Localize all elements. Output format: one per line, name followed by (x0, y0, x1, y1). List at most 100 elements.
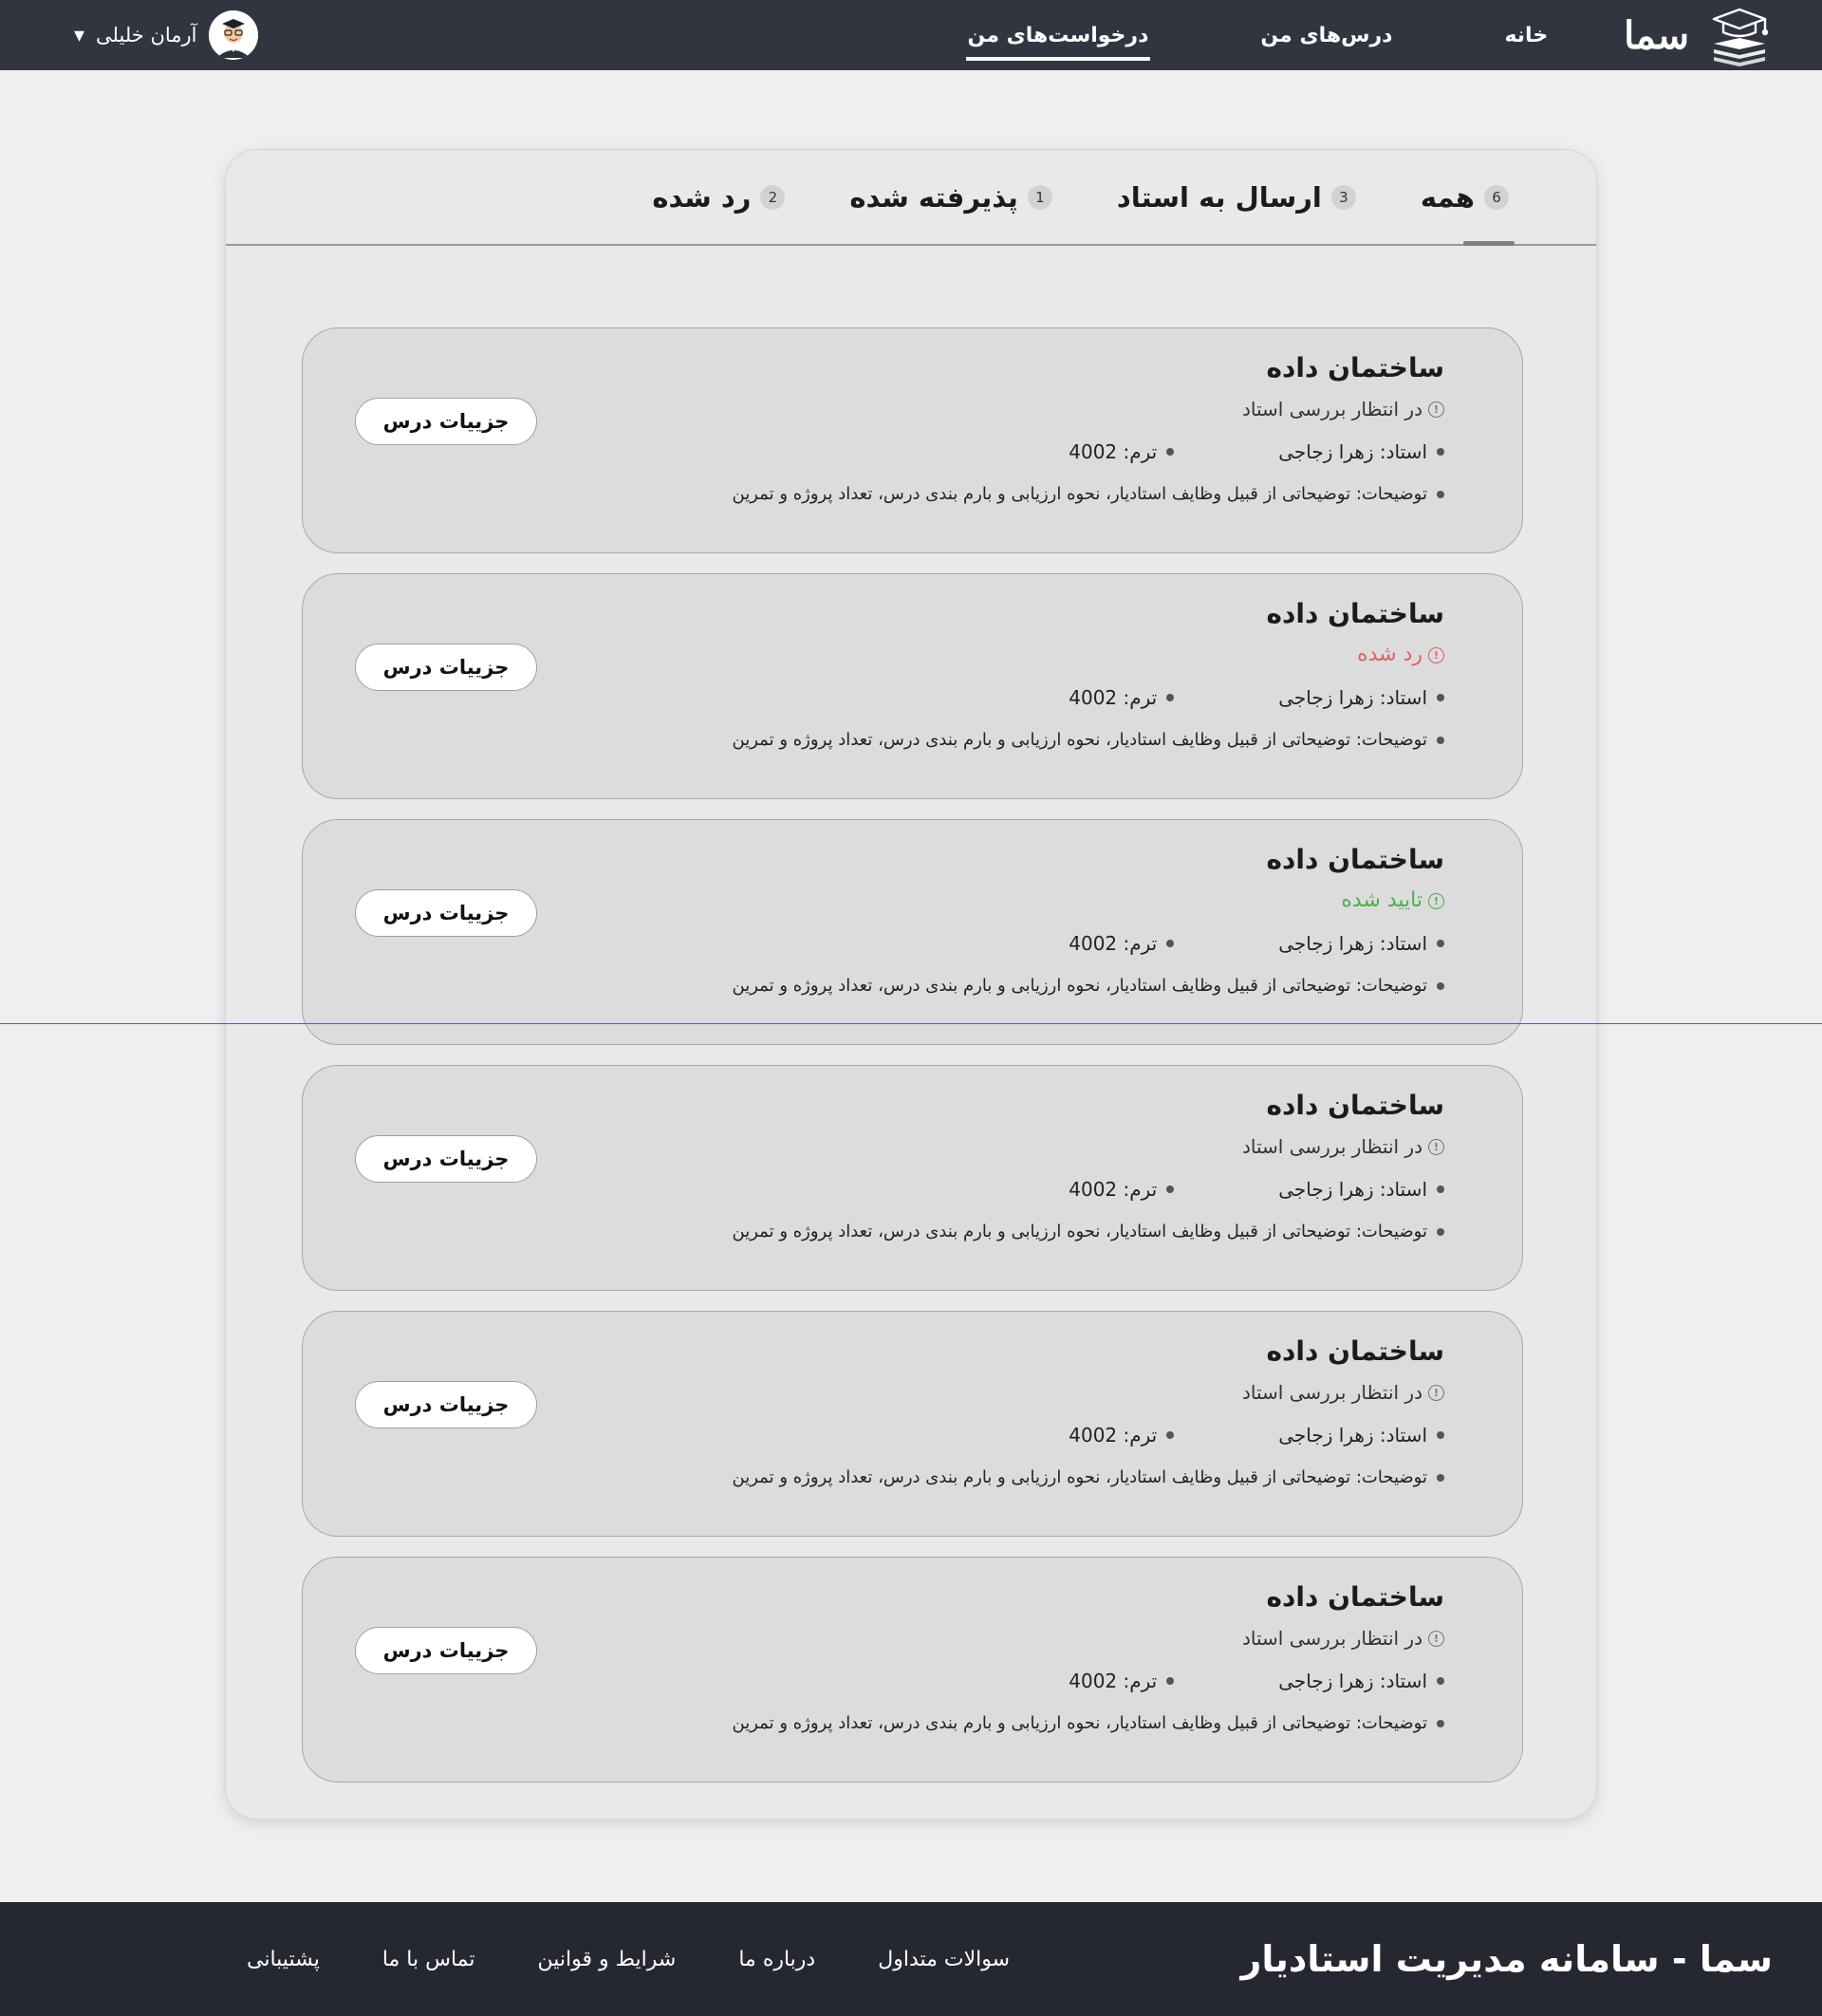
request-card-info: ساختمان داده ! در انتظار بررسی استاد است… (638, 349, 1444, 509)
bullet-icon (1437, 1185, 1444, 1193)
bullet-icon (1437, 1431, 1444, 1439)
tab-count-badge: 2 (760, 184, 786, 210)
term-value: ترم: 4002 (1069, 686, 1158, 709)
footer-link-contact[interactable]: تماس با ما (382, 1948, 475, 1971)
request-status: ! تایید شده (638, 887, 1444, 915)
footer-link-about[interactable]: درباره ما (738, 1948, 815, 1971)
course-details-button[interactable]: جزییات درس (355, 1627, 537, 1674)
nav-item-my-requests[interactable]: درخواست‌های من (965, 0, 1151, 70)
teacher-item: استاد: زهرا زجاجی (1278, 1421, 1444, 1449)
footer: سما - سامانه مدیریت استادیار سوالات متدا… (0, 1902, 1822, 2016)
term-value: ترم: 4002 (1069, 1424, 1158, 1447)
footer-link-faq[interactable]: سوالات متداول (878, 1948, 1010, 1971)
request-card: ساختمان داده ! در انتظار بررسی استاد است… (302, 1311, 1523, 1537)
description-row: توضیحات: توضیحاتی از قبیل وظایف استادیار… (638, 1464, 1444, 1492)
status-text: در انتظار بررسی استاد (1242, 1135, 1422, 1158)
term-value: ترم: 4002 (1069, 932, 1158, 955)
bullet-icon (1166, 1677, 1175, 1685)
avatar (208, 10, 258, 60)
description-text: توضیحات: توضیحاتی از قبیل وظایف استادیار… (732, 1467, 1427, 1487)
nav-item-my-courses[interactable]: درس‌های من (1260, 0, 1392, 70)
meta-row: استاد: زهرا زجاجی ترم: 4002 (638, 1421, 1444, 1449)
teacher-name: استاد: زهرا زجاجی (1278, 686, 1427, 709)
teacher-item: استاد: زهرا زجاجی (1278, 929, 1444, 958)
request-status: ! در انتظار بررسی استاد (638, 1132, 1444, 1161)
teacher-name: استاد: زهرا زجاجی (1278, 440, 1427, 463)
info-circle-icon: ! (1428, 892, 1444, 909)
meta-row: استاد: زهرا زجاجی ترم: 4002 (638, 438, 1444, 466)
description-text: توضیحات: توضیحاتی از قبیل وظایف استادیار… (732, 730, 1427, 750)
top-navbar: سما خانه درس‌های من درخواست‌های من آرمان… (0, 0, 1822, 70)
teacher-name: استاد: زهرا زجاجی (1278, 932, 1427, 955)
description-text: توضیحات: توضیحاتی از قبیل وظایف استادیار… (732, 1713, 1427, 1733)
tab-label: ارسال به استاد (1116, 180, 1322, 214)
bullet-icon (1437, 737, 1444, 744)
nav-item-home[interactable]: خانه (1504, 0, 1548, 70)
description-text: توضیحات: توضیحاتی از قبیل وظایف استادیار… (732, 976, 1427, 996)
description-text: توضیحات: توضیحاتی از قبیل وظایف استادیار… (732, 1222, 1427, 1241)
request-card-info: ساختمان داده ! تایید شده استاد: زهرا زجا… (638, 841, 1444, 1000)
meta-row: استاد: زهرا زجاجی ترم: 4002 (638, 683, 1444, 712)
course-title: ساختمان داده (1266, 1581, 1444, 1613)
request-status: ! در انتظار بررسی استاد (638, 1378, 1444, 1407)
bullet-icon (1437, 1720, 1444, 1727)
status-text: رد شده (1357, 643, 1422, 666)
course-details-button[interactable]: جزییات درس (355, 398, 537, 445)
course-title: ساختمان داده (1266, 1090, 1444, 1121)
info-circle-icon: ! (1428, 1384, 1444, 1401)
user-avatar-icon (208, 10, 258, 60)
teacher-item: استاد: زهرا زجاجی (1278, 1667, 1444, 1695)
tab-count-badge: 3 (1330, 184, 1356, 210)
term-item: ترم: 4002 (1069, 1175, 1175, 1204)
teacher-item: استاد: زهرا زجاجی (1278, 683, 1444, 712)
tab-count-badge: 6 (1484, 184, 1509, 210)
brand[interactable]: سما (1624, 2, 1773, 68)
course-details-button[interactable]: جزییات درس (355, 1381, 537, 1428)
term-value: ترم: 4002 (1069, 1670, 1158, 1692)
bullet-icon (1166, 448, 1175, 456)
teacher-name: استاد: زهرا زجاجی (1278, 1178, 1427, 1201)
request-status: ! در انتظار بررسی استاد (638, 1624, 1444, 1652)
status-text: در انتظار بررسی استاد (1242, 1381, 1422, 1404)
teacher-name: استاد: زهرا زجاجی (1278, 1670, 1427, 1692)
footer-link-terms[interactable]: شرایط و قوانین (538, 1948, 677, 1971)
brand-name: سما (1624, 12, 1689, 58)
tab-all[interactable]: 6 همه (1421, 150, 1515, 246)
tab-sent-to-teacher[interactable]: 3 ارسال به استاد (1117, 150, 1356, 244)
term-item: ترم: 4002 (1069, 1667, 1175, 1695)
request-status: ! رد شده (638, 641, 1444, 669)
meta-row: استاد: زهرا زجاجی ترم: 4002 (638, 929, 1444, 958)
course-details-button[interactable]: جزییات درس (355, 644, 537, 691)
term-item: ترم: 4002 (1069, 683, 1175, 712)
user-name: آرمان خلیلی (96, 24, 197, 47)
info-circle-icon: ! (1428, 646, 1444, 663)
footer-title: سما - سامانه مدیریت استادیار (1240, 1938, 1773, 1980)
course-details-button[interactable]: جزییات درس (355, 889, 537, 937)
teacher-item: استاد: زهرا زجاجی (1278, 438, 1444, 466)
course-title: ساختمان داده (1266, 844, 1444, 875)
tab-rejected[interactable]: 2 رد شده (652, 150, 786, 244)
term-item: ترم: 4002 (1069, 929, 1175, 958)
request-card: ساختمان داده ! تایید شده استاد: زهرا زجا… (302, 819, 1523, 1045)
bullet-icon (1437, 940, 1444, 947)
course-details-button[interactable]: جزییات درس (355, 1135, 537, 1183)
bullet-icon (1166, 1431, 1175, 1439)
description-row: توضیحات: توضیحاتی از قبیل وظایف استادیار… (638, 1709, 1444, 1738)
info-circle-icon: ! (1428, 1630, 1444, 1647)
bullet-icon (1437, 982, 1444, 990)
status-text: در انتظار بررسی استاد (1242, 398, 1422, 420)
tab-accepted[interactable]: 1 پذیرفته شده (849, 150, 1052, 244)
meta-row: استاد: زهرا زجاجی ترم: 4002 (638, 1667, 1444, 1695)
request-card: ساختمان داده ! در انتظار بررسی استاد است… (302, 327, 1523, 553)
bullet-icon (1437, 1474, 1444, 1482)
footer-link-support[interactable]: پشتیبانی (247, 1948, 320, 1971)
bullet-icon (1437, 491, 1444, 498)
request-card: ساختمان داده ! در انتظار بررسی استاد است… (302, 1065, 1523, 1291)
status-text: تایید شده (1341, 888, 1422, 912)
description-row: توضیحات: توضیحاتی از قبیل وظایف استادیار… (638, 972, 1444, 1000)
user-menu[interactable]: آرمان خلیلی ▾ (74, 10, 258, 60)
bullet-icon (1166, 1185, 1175, 1193)
description-row: توضیحات: توضیحاتی از قبیل وظایف استادیار… (638, 1218, 1444, 1246)
tab-count-badge: 1 (1027, 184, 1052, 210)
info-circle-icon: ! (1428, 1138, 1444, 1155)
